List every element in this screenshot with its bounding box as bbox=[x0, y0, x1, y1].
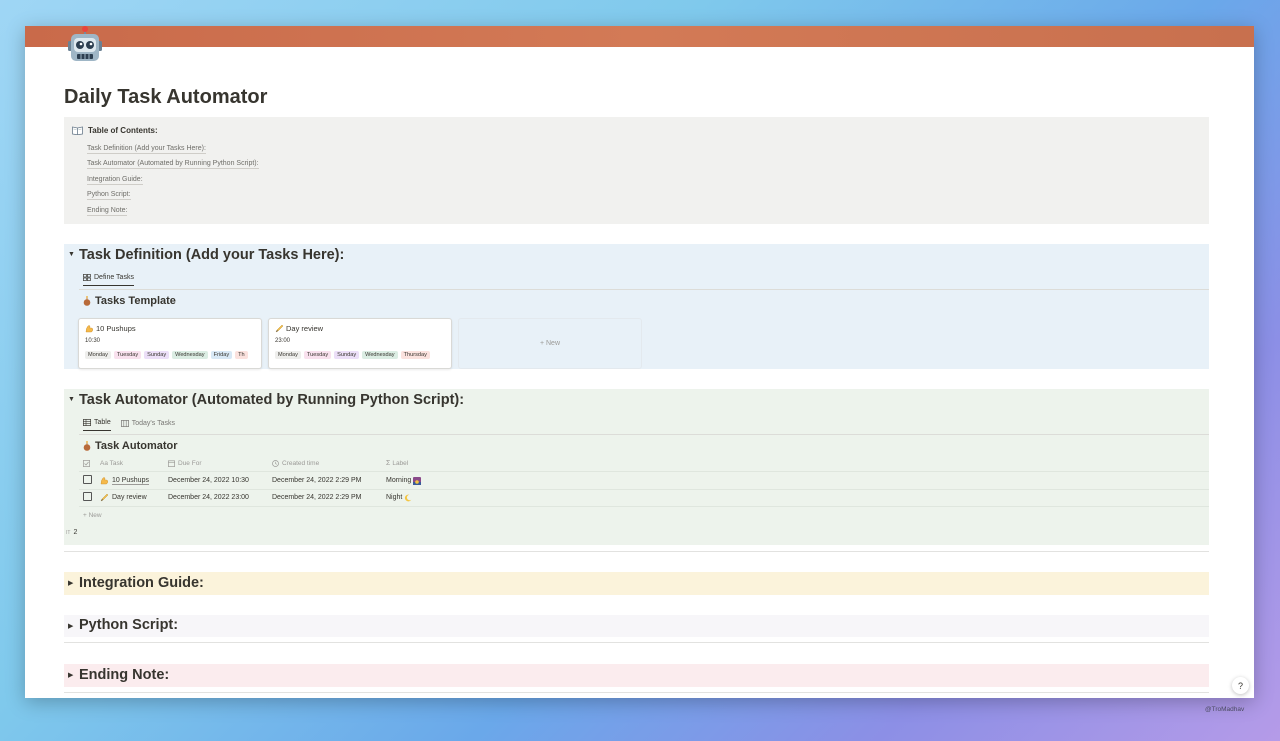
row-count: IT 2 bbox=[66, 529, 78, 536]
sunrise-icon bbox=[413, 476, 422, 485]
toggle-caret-right-icon[interactable]: ▶ bbox=[68, 671, 73, 679]
help-button[interactable]: ? bbox=[1232, 677, 1249, 694]
ending-note-section: ▶ Ending Note: bbox=[64, 664, 1209, 687]
flexed-biceps-icon bbox=[85, 324, 94, 333]
view-tabs: Table Today's Tasks bbox=[83, 419, 175, 431]
bomb-icon bbox=[83, 441, 91, 451]
divider bbox=[64, 642, 1209, 643]
card-title: Day review bbox=[275, 324, 323, 333]
divider bbox=[64, 692, 1209, 693]
gallery-icon bbox=[83, 274, 91, 281]
new-card-button[interactable]: + New bbox=[458, 318, 642, 369]
tag: Wednesday bbox=[362, 351, 398, 359]
table-row[interactable]: Day review December 24, 2022 23:00 Decem… bbox=[83, 492, 412, 503]
toggle-caret-down-icon[interactable]: ▼ bbox=[68, 396, 75, 403]
task-definition-heading[interactable]: Task Definition (Add your Tasks Here): bbox=[79, 247, 344, 263]
task-checkbox[interactable] bbox=[83, 492, 92, 501]
toggle-caret-right-icon[interactable]: ▶ bbox=[68, 622, 73, 630]
tag: Sunday bbox=[334, 351, 360, 359]
ending-note-heading[interactable]: Ending Note: bbox=[79, 667, 169, 683]
tag: Friday bbox=[210, 351, 233, 359]
clock-icon bbox=[272, 460, 279, 467]
robot-icon[interactable] bbox=[65, 26, 105, 66]
tag: Monday bbox=[85, 351, 111, 359]
tab-table[interactable]: Table bbox=[83, 419, 111, 431]
page-cover[interactable] bbox=[25, 26, 1254, 47]
calendar-icon bbox=[168, 460, 175, 467]
card-time: 10:30 bbox=[85, 338, 101, 344]
tab-todays-tasks[interactable]: Today's Tasks bbox=[120, 419, 175, 431]
tag: Tuesday bbox=[113, 351, 142, 359]
page-title[interactable]: Daily Task Automator bbox=[64, 86, 267, 109]
row-divider bbox=[79, 506, 1209, 507]
crescent-moon-icon bbox=[404, 494, 412, 502]
integration-guide-heading[interactable]: Integration Guide: bbox=[79, 575, 204, 591]
toggle-caret-right-icon[interactable]: ▶ bbox=[68, 579, 73, 587]
toc-link-task-definition[interactable]: Task Definition (Add your Tasks Here): bbox=[87, 144, 206, 154]
tag: Thursday bbox=[400, 351, 430, 359]
toggle-caret-down-icon[interactable]: ▼ bbox=[68, 251, 75, 258]
integration-guide-section: ▶ Integration Guide: bbox=[64, 572, 1209, 595]
watermark: @TroMadhav bbox=[1205, 706, 1245, 713]
python-script-heading[interactable]: Python Script: bbox=[79, 617, 178, 633]
row-divider bbox=[79, 489, 1209, 490]
tag: Wednesday bbox=[172, 351, 208, 359]
task-card-10-pushups[interactable]: 10 Pushups 10:30 Monday Tuesday Sunday W… bbox=[78, 318, 262, 369]
toc-link-integration-guide[interactable]: Integration Guide: bbox=[87, 175, 143, 185]
tag: Tuesday bbox=[303, 351, 332, 359]
table-row[interactable]: 10 Pushups December 24, 2022 10:30 Decem… bbox=[83, 475, 422, 486]
table-icon bbox=[83, 419, 91, 426]
cell-label: Night bbox=[386, 494, 412, 502]
tab-divider bbox=[79, 434, 1209, 435]
task-checkbox[interactable] bbox=[83, 475, 92, 484]
notion-window: Daily Task Automator Table of Contents: … bbox=[25, 26, 1254, 698]
card-tags: Monday Tuesday Sunday Wednesday Thursday bbox=[275, 351, 430, 359]
writing-hand-icon bbox=[275, 324, 284, 333]
formula-sigma-icon: Σ bbox=[386, 460, 391, 467]
cell-label: Morning bbox=[386, 476, 422, 485]
board-icon bbox=[120, 419, 129, 427]
cell-task[interactable]: 10 Pushups bbox=[100, 476, 168, 485]
plus-icon: + bbox=[83, 512, 87, 519]
cell-due-for[interactable]: December 24, 2022 10:30 bbox=[168, 477, 272, 484]
divider bbox=[64, 551, 1209, 552]
task-card-day-review[interactable]: Day review 23:00 Monday Tuesday Sunday W… bbox=[268, 318, 452, 369]
card-tags: Monday Tuesday Sunday Wednesday Friday T… bbox=[85, 351, 248, 359]
tab-define-tasks[interactable]: Define Tasks bbox=[83, 274, 134, 286]
toc-link-python-script[interactable]: Python Script: bbox=[87, 190, 131, 200]
database-title-tasks-template[interactable]: Tasks Template bbox=[83, 295, 176, 307]
task-automator-heading[interactable]: Task Automator (Automated by Running Pyt… bbox=[79, 392, 464, 408]
column-header-label[interactable]: Σ Label bbox=[386, 460, 408, 467]
task-definition-section: ▼ Task Definition (Add your Tasks Here):… bbox=[64, 244, 1209, 369]
book-icon bbox=[72, 126, 83, 135]
add-row-button[interactable]: + New bbox=[83, 512, 102, 519]
writing-hand-icon bbox=[100, 493, 109, 502]
column-header-created-time[interactable]: Created time bbox=[272, 460, 386, 467]
cell-task[interactable]: Day review bbox=[100, 493, 168, 502]
table-of-contents: Table of Contents: Task Definition (Add … bbox=[64, 117, 1209, 224]
tag: Sunday bbox=[144, 351, 170, 359]
card-time: 23:00 bbox=[275, 338, 291, 344]
column-header-due-for[interactable]: Due For bbox=[168, 460, 272, 467]
bomb-icon bbox=[83, 296, 91, 306]
tag: Th bbox=[235, 351, 248, 359]
checkbox-column-icon bbox=[83, 460, 100, 467]
cell-created-time: December 24, 2022 2:29 PM bbox=[272, 494, 362, 501]
task-automator-section: ▼ Task Automator (Automated by Running P… bbox=[64, 389, 1209, 545]
column-header-task[interactable]: Aa Task bbox=[100, 460, 168, 467]
toc-link-ending-note[interactable]: Ending Note: bbox=[87, 206, 128, 216]
tag: Monday bbox=[275, 351, 301, 359]
cell-created-time: December 24, 2022 2:29 PM bbox=[272, 477, 362, 484]
cell-due-for[interactable]: December 24, 2022 23:00 bbox=[168, 494, 272, 501]
python-script-section: ▶ Python Script: bbox=[64, 615, 1209, 637]
tab-divider bbox=[79, 289, 1209, 290]
flexed-biceps-icon bbox=[100, 476, 109, 485]
toc-link-task-automator[interactable]: Task Automator (Automated by Running Pyt… bbox=[87, 159, 259, 169]
toc-heading: Table of Contents: bbox=[72, 126, 158, 135]
row-divider bbox=[79, 471, 1209, 472]
card-title: 10 Pushups bbox=[85, 324, 136, 333]
database-title-task-automator[interactable]: Task Automator bbox=[83, 440, 178, 452]
table-header: Aa Task Due For Created time Σ Label bbox=[83, 460, 408, 467]
view-tabs: Define Tasks bbox=[83, 274, 134, 286]
